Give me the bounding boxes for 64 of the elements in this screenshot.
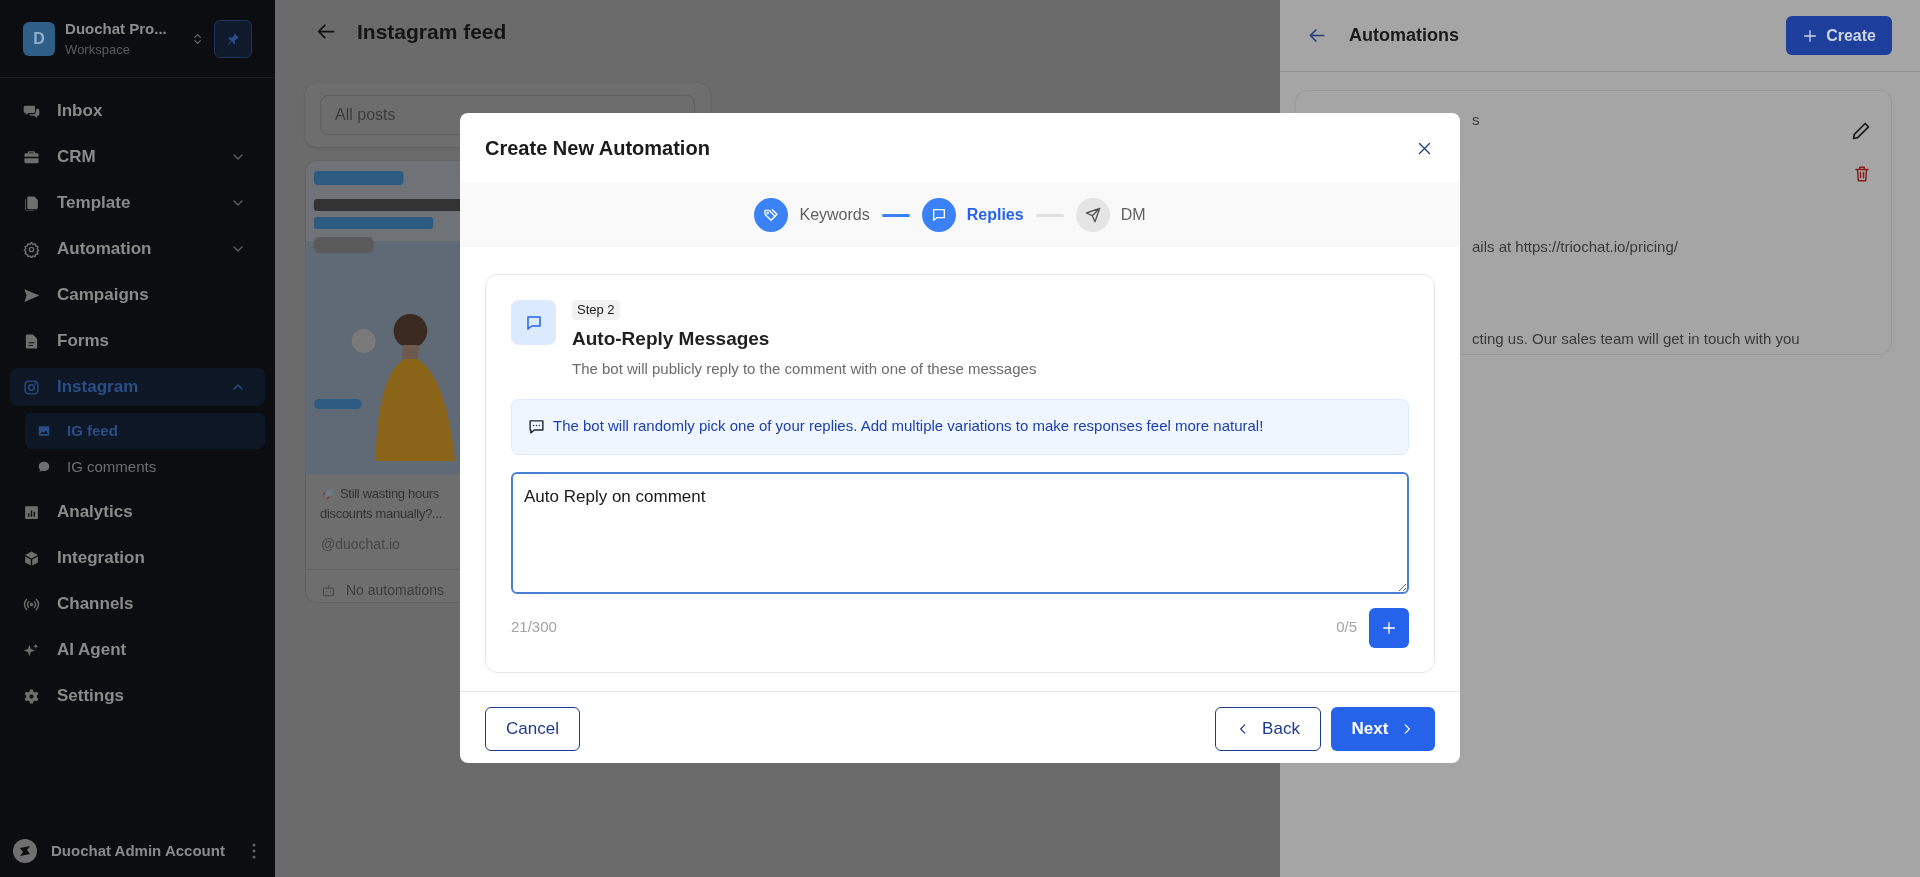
robot-icon — [321, 583, 336, 598]
workspace-subtitle: Workspace — [65, 41, 131, 59]
section-description: The bot will publicly reply to the comment with one of these messages — [572, 359, 1037, 379]
document-icon — [23, 332, 40, 350]
step-label: Replies — [966, 205, 1024, 225]
settings-icon — [23, 687, 40, 705]
instagram-icon — [23, 378, 40, 396]
nav-item[interactable]: CRM — [10, 138, 265, 176]
nav-item[interactable]: Template — [10, 184, 265, 222]
back-button[interactable]: Back — [1215, 706, 1321, 751]
more-icon[interactable] — [252, 843, 256, 859]
rocket-icon — [320, 486, 335, 502]
post-caption: discounts manually?... — [320, 505, 443, 523]
documents-icon — [23, 194, 40, 212]
pencil-icon[interactable] — [1851, 121, 1871, 141]
automation-text: ails at https://triochat.io/pricing/ — [1472, 236, 1678, 257]
plus-icon — [1802, 27, 1819, 44]
nav-item[interactable]: Settings — [10, 677, 265, 715]
pin-button[interactable] — [214, 19, 252, 58]
character-count: 21/300 — [511, 617, 558, 638]
nav-item[interactable]: Inbox — [10, 92, 265, 130]
bar-chart-icon — [23, 503, 40, 521]
step-label: Keywords — [799, 205, 870, 225]
nav-item[interactable]: Forms — [10, 322, 265, 360]
nav-item[interactable]: Campaigns — [10, 276, 265, 314]
nav-item[interactable]: Automation — [10, 230, 265, 268]
automation-text: cting us. Our sales team will get in touch with you — [1472, 329, 1800, 349]
back-arrow-icon[interactable] — [1308, 26, 1327, 45]
automation-text: s — [1472, 110, 1480, 130]
workspace-avatar: D — [23, 21, 56, 56]
close-icon[interactable] — [1417, 140, 1432, 156]
message-dots-icon — [528, 418, 545, 435]
account-avatar-icon — [13, 839, 37, 863]
nav-item[interactable]: Analytics — [10, 493, 265, 531]
sparkles-icon — [23, 641, 40, 659]
speech-bubble-icon — [37, 460, 51, 474]
panel-title: Automations — [1349, 24, 1460, 47]
reply-input[interactable]: Auto Reply on comment — [511, 471, 1409, 594]
section-heading: Auto-Reply Messages — [572, 326, 770, 351]
step-label: DM — [1120, 205, 1146, 225]
briefcase-icon — [23, 148, 40, 166]
pin-icon — [226, 31, 241, 46]
page-title: Instagram feed — [357, 18, 507, 45]
create-button[interactable]: Create — [1786, 16, 1892, 55]
nav-item[interactable]: AI Agent — [10, 631, 265, 669]
modal-title: Create New Automation — [485, 136, 710, 161]
step-badge: Step 2 — [572, 300, 620, 320]
account-name[interactable]: Duochat Admin Account — [51, 839, 238, 863]
cancel-button[interactable]: Cancel — [485, 706, 580, 751]
next-button[interactable]: Next — [1331, 706, 1435, 751]
nav-subitem[interactable]: IG comments — [25, 449, 265, 485]
gear-icon — [23, 240, 40, 258]
cube-icon — [23, 549, 40, 567]
trash-icon[interactable] — [1853, 164, 1871, 184]
add-reply-button[interactable] — [1369, 607, 1409, 648]
image-icon — [37, 424, 51, 438]
reply-count: 0/5 — [1336, 617, 1357, 638]
nav-item[interactable]: Channels — [10, 585, 265, 623]
nav-item[interactable]: Integration — [10, 539, 265, 577]
plus-icon — [1381, 619, 1397, 636]
tip-text: The bot will randomly pick one of your replies. Add multiple variations to make responses feel more natural! — [553, 416, 1264, 437]
chat-icon — [511, 300, 556, 345]
workspace-name: Duochat Pro... — [65, 18, 168, 39]
post-caption: Still wasting hours — [340, 485, 440, 503]
